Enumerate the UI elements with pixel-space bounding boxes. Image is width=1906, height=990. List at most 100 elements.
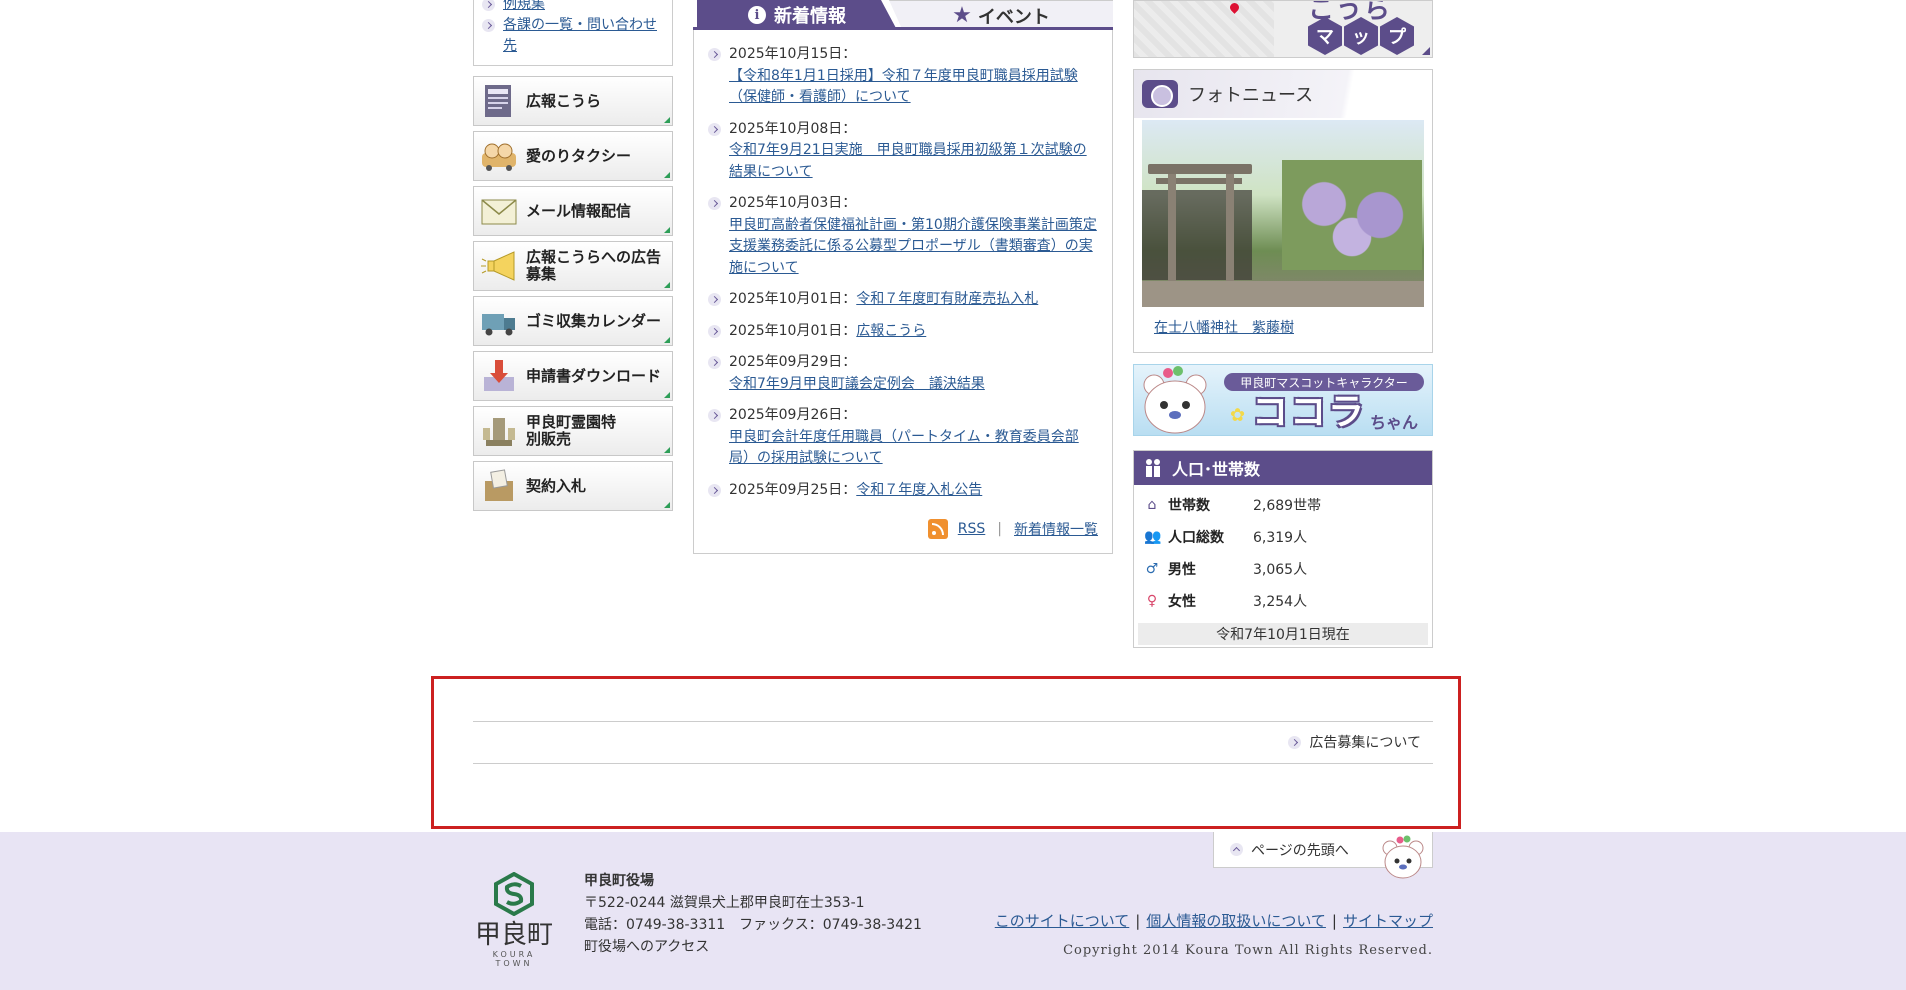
population-key: 人口総数 [1168, 530, 1224, 546]
banner-taxi[interactable]: 愛のりタクシー [473, 131, 673, 181]
population-value: 3,065人 [1253, 562, 1308, 578]
office-access[interactable]: 町役場へのアクセス [584, 936, 922, 958]
population-key: 世帯数 [1168, 498, 1210, 514]
news-link[interactable]: 甲良町高齢者保健福祉計画・第10期介護保険事業計画策定支援業務委託に係る公募型プ… [729, 217, 1097, 276]
download-icon [484, 360, 514, 391]
right-column: こうら マ ッ プ フォトニュース 在士八幡神社 紫藤樹 甲良町マスコットキャラ… [1133, 0, 1433, 648]
banner-cemetery[interactable]: 甲良町霊園特別販売 [473, 406, 673, 456]
banner-ad-recruit[interactable]: 広報こうらへの広告募集 [473, 241, 673, 291]
news-item: 2025年09月25日：令和７年度入札公告 [708, 480, 1098, 502]
population-value: 6,319人 [1253, 530, 1308, 546]
divider: | [1135, 911, 1141, 930]
population-row: ♂ 男性 3,065人 [1134, 553, 1432, 585]
chevron-right-icon [482, 19, 495, 32]
sub-link-departments[interactable]: 各課の一覧・問い合わせ先 [503, 15, 663, 57]
population-row: ♀ 女性 3,254人 [1134, 585, 1432, 617]
page-top-button[interactable]: ページの先頭へ [1213, 832, 1433, 879]
people-icon [1146, 459, 1160, 477]
privacy-link[interactable]: 個人情報の取扱いについて [1146, 910, 1326, 931]
ad-recruit-label: 広告募集について [1309, 735, 1421, 751]
tab-label: イベント [977, 6, 1050, 28]
people-icon: 👥 [1144, 529, 1162, 545]
divider: | [997, 521, 1002, 537]
map-hex-title: マ ッ プ [1306, 17, 1414, 55]
tab-new-info[interactable]: i 新着情報 [697, 0, 897, 30]
photo-caption-link[interactable]: 在士八幡神社 紫藤樹 [1154, 317, 1432, 337]
sub-link-row[interactable]: 例規集 [482, 0, 664, 15]
mail-icon [481, 199, 517, 225]
camera-icon [1142, 80, 1178, 108]
ad-recruit-link[interactable]: 広告募集について [1288, 732, 1421, 752]
office-address: 〒522-0244 滋賀県犬上郡甲良町在士353-1 [584, 895, 865, 911]
chevron-right-icon [1288, 735, 1302, 749]
chevron-right-icon [708, 324, 721, 338]
divider [473, 763, 1433, 764]
chevron-right-icon [708, 197, 721, 210]
chevron-up-icon [1230, 843, 1243, 856]
news-list: 2025年10月15日： 【令和8年1月1日採用】令和７年度甲良町職員採用試験（保… [693, 30, 1113, 554]
news-link[interactable]: 広報こうら [856, 323, 926, 339]
news-link[interactable]: 【令和8年1月1日採用】令和７年度甲良町職員採用試験（保健師・看護師）について [729, 68, 1078, 106]
copyright: Copyright 2014 Koura Town All Rights Res… [1063, 943, 1433, 958]
about-site-link[interactable]: このサイトについて [995, 910, 1130, 931]
koura-map-banner[interactable]: こうら マ ッ プ [1133, 0, 1433, 58]
female-icon: ♀ [1146, 593, 1158, 609]
logo-english: KOURA TOWN [492, 950, 536, 968]
footer-links: このサイトについて | 個人情報の取扱いについて | サイトマップ [995, 910, 1433, 931]
news-link[interactable]: 令和７年度入札公告 [856, 482, 982, 498]
garbage-truck-icon [482, 314, 515, 336]
sub-link-reiki[interactable]: 例規集 [503, 0, 545, 15]
department-links: 例規集 各課の一覧・問い合わせ先 [473, 0, 673, 66]
news-footer: RSS | 新着情報一覧 [927, 519, 1098, 539]
news-link[interactable]: 令和７年度町有財産売払入札 [856, 291, 1038, 307]
news-link[interactable]: 甲良町会計年度任用職員（パートタイム・教育委員会部局）の採用試験について [729, 429, 1079, 467]
cemetery-icon [483, 418, 515, 446]
shrine-building [1142, 190, 1252, 280]
news-date: 2025年09月25日： [729, 481, 857, 498]
banner-label: 愛のりタクシー [526, 146, 632, 165]
sitemap-link[interactable]: サイトマップ [1343, 910, 1433, 931]
page-top-label: ページの先頭へ [1251, 842, 1349, 859]
news-link[interactable]: 令和7年9月甲良町議会定例会 議決結果 [729, 376, 985, 392]
torii-pillar [1226, 174, 1234, 284]
contract-icon [485, 469, 513, 501]
news-link[interactable]: 令和7年9月21日実施 甲良町職員採用初級第１次試験の結果について [729, 142, 1087, 180]
torii-pillar [1168, 174, 1176, 284]
photo-news: フォトニュース 在士八幡神社 紫藤樹 [1133, 69, 1433, 353]
banner-label: ゴミ収集カレンダー [526, 311, 662, 330]
banner-contract[interactable]: 契約入札 [473, 461, 673, 511]
map-thumbnail [1134, 1, 1274, 57]
ad-area-highlight [431, 676, 1461, 829]
center-column: i 新着情報 ★ イベント 2025年10月15日： 【令和8年1月1日採用】令和… [693, 0, 1113, 554]
left-column: 例規集 各課の一覧・問い合わせ先 広報こうら 愛のりタクシー メール情報配信 広… [473, 0, 673, 511]
news-item: 2025年09月29日： 令和7年9月甲良町議会定例会 議決結果 [708, 352, 1098, 395]
tab-events[interactable]: ★ イベント [889, 0, 1113, 30]
news-list-link[interactable]: 新着情報一覧 [1014, 519, 1098, 539]
flower-icon: ✿ [1230, 405, 1246, 426]
news-date: 2025年09月26日： [729, 407, 857, 423]
news-item: 2025年10月01日：令和７年度町有財産売払入札 [708, 289, 1098, 311]
sub-link-row[interactable]: 各課の一覧・問い合わせ先 [482, 15, 664, 57]
rss-icon[interactable] [927, 519, 948, 539]
photo-news-title: フォトニュース [1188, 85, 1314, 106]
population-row: ⌂ 世帯数 2,689世帯 [1134, 489, 1432, 521]
banner-kouhou[interactable]: 広報こうら [473, 76, 673, 126]
torii-gate [1148, 164, 1252, 174]
photo-news-image[interactable] [1142, 120, 1424, 307]
chevron-right-icon [708, 122, 721, 136]
banner-garbage[interactable]: ゴミ収集カレンダー [473, 296, 673, 346]
photo-caption[interactable]: 在士八幡神社 紫藤樹 [1154, 320, 1294, 336]
banner-mail[interactable]: メール情報配信 [473, 186, 673, 236]
photo-news-header: フォトニュース [1134, 70, 1432, 118]
chevron-right-icon [708, 293, 721, 306]
footer [0, 832, 1906, 990]
rss-link[interactable]: RSS [958, 521, 986, 537]
hex-char: ッ [1344, 17, 1378, 55]
news-date: 2025年09月29日： [729, 354, 857, 370]
divider: | [1331, 911, 1337, 930]
banner-download[interactable]: 申請書ダウンロード [473, 351, 673, 401]
chevron-right-icon [708, 48, 721, 61]
population-title: 人口･世帯数 [1172, 460, 1261, 479]
mascot-banner[interactable]: 甲良町マスコットキャラクター ✿ ココラ ちゃん [1133, 364, 1433, 436]
chevron-right-icon [708, 409, 721, 422]
